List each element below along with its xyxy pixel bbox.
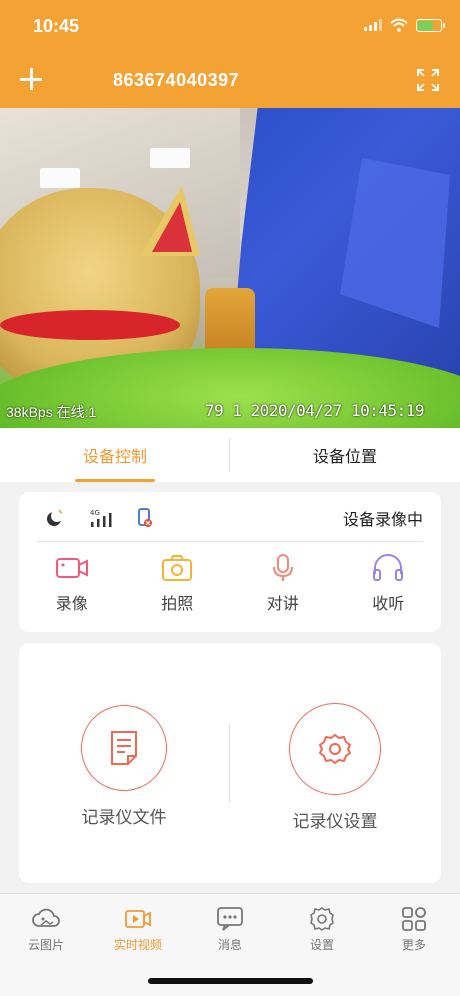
nav-live-video-label: 实时视频 <box>113 938 162 952</box>
top-bar: 10:45 863674040397 <box>0 0 460 108</box>
record-label: 录像 <box>55 594 88 613</box>
action-row: 录像 拍照 对讲 收听 <box>19 554 441 614</box>
device-id-title: 863674040397 <box>113 70 240 90</box>
listen-label: 收听 <box>372 594 405 613</box>
recording-status-text: 设备录像中 <box>342 510 423 529</box>
headphones-icon <box>373 554 404 581</box>
intercom-button[interactable]: 对讲 <box>230 554 336 614</box>
nav-cloud-images-label: 云图片 <box>27 938 64 952</box>
snapshot-label: 拍照 <box>161 594 194 613</box>
more-grid-icon <box>402 907 426 931</box>
tab-bar: 设备控制 设备位置 <box>0 428 460 482</box>
recorder-files-ring <box>81 705 167 791</box>
video-timestamp: 79 1 2020/04/27 10:45:19 <box>204 401 425 420</box>
recorder-settings-ring <box>289 703 381 795</box>
recorder-card: 记录仪文件 记录仪设置 <box>19 643 441 883</box>
cloud-image-icon <box>32 908 60 927</box>
night-mode-icon <box>47 509 63 526</box>
message-icon <box>217 907 243 931</box>
recorder-settings-button[interactable]: 记录仪设置 <box>289 703 381 832</box>
nav-messages-label: 消息 <box>217 938 242 952</box>
live-video-icon <box>125 910 151 928</box>
nav-more[interactable]: 更多 <box>368 894 460 996</box>
microphone-icon <box>272 554 293 581</box>
recorder-files-label: 记录仪文件 <box>81 808 167 828</box>
status-time: 10:45 <box>33 16 80 36</box>
home-indicator <box>148 978 313 984</box>
wifi-icon <box>390 18 408 32</box>
document-icon <box>111 731 137 765</box>
add-device-button[interactable] <box>18 66 44 92</box>
nav-settings-label: 设置 <box>309 938 334 952</box>
snapshot-button[interactable]: 拍照 <box>125 554 231 614</box>
gear-icon <box>319 734 351 764</box>
fullscreen-icon[interactable] <box>416 68 440 92</box>
recorder-divider <box>229 723 230 803</box>
tab-divider <box>229 438 230 472</box>
video-scene-cat-collar <box>0 310 180 340</box>
video-scene-light <box>40 168 80 188</box>
header-nav: 863674040397 <box>0 60 460 104</box>
video-camera-icon <box>55 558 88 578</box>
listen-button[interactable]: 收听 <box>336 554 442 614</box>
tab-device-location[interactable]: 设备位置 <box>230 428 460 482</box>
device-control-card: 4G 设备录像中 录像 拍照 对讲 收听 <box>19 492 441 632</box>
recorder-files-button[interactable]: 记录仪文件 <box>81 705 167 828</box>
video-bitrate-status: 38kBps 在线:1 <box>6 404 97 420</box>
nav-more-label: 更多 <box>401 938 426 952</box>
video-scene-light <box>150 148 190 168</box>
network-label: 4G <box>90 509 100 517</box>
network-4g-icon: 4G <box>90 509 112 527</box>
card-separator <box>37 541 423 542</box>
intercom-label: 对讲 <box>266 594 299 613</box>
live-video-view[interactable]: 38kBps 在线:1 79 1 2020/04/27 10:45:19 <box>0 108 460 428</box>
tab-device-control[interactable]: 设备控制 <box>0 428 230 482</box>
camera-icon <box>162 555 193 581</box>
record-button[interactable]: 录像 <box>19 554 125 614</box>
status-icons <box>364 18 445 32</box>
battery-icon <box>416 18 445 32</box>
recorder-settings-label: 记录仪设置 <box>292 812 378 832</box>
settings-icon <box>310 907 334 931</box>
sd-card-error-icon <box>138 508 152 527</box>
device-status-row: 4G 设备录像中 <box>19 492 441 542</box>
cell-signal-icon <box>364 19 382 31</box>
nav-cloud-images[interactable]: 云图片 <box>0 894 92 996</box>
